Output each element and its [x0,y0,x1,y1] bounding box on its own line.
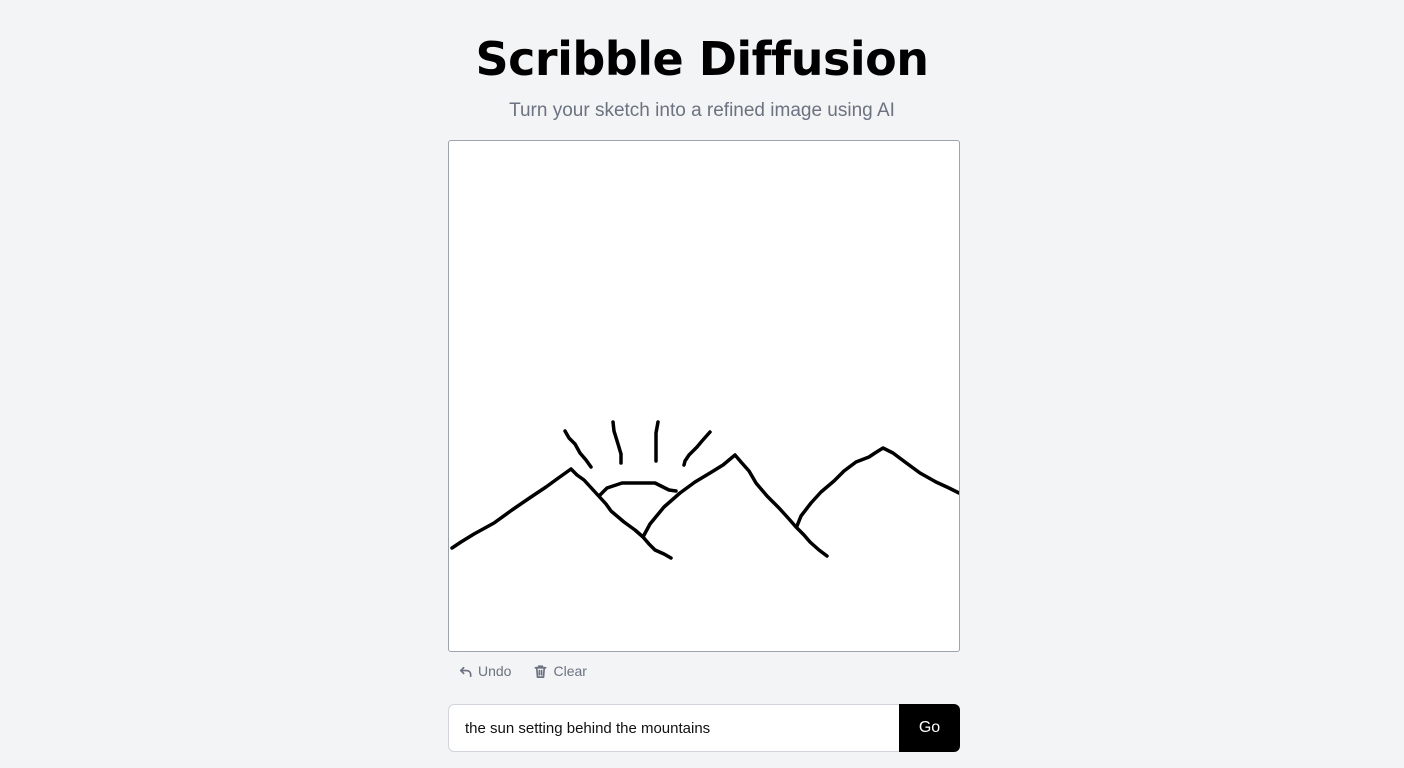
undo-arrow-icon [459,666,472,677]
stroke-sun-ray-4 [682,430,712,467]
undo-button[interactable]: Undo [458,663,511,679]
prompt-form: Go [448,704,960,752]
stroke-sun-ray-2 [611,420,623,465]
stroke-middle-mountain [641,453,829,558]
page-subtitle: Turn your sketch into a refined image us… [509,100,895,121]
stroke-sun-ray-3 [654,420,660,463]
stroke-right-mountain [795,446,959,528]
trash-icon [534,664,547,678]
clear-label: Clear [553,663,587,679]
undo-label: Undo [478,663,512,679]
stroke-sun-arc [598,481,678,497]
prompt-input[interactable] [448,704,899,752]
sketch-canvas[interactable] [448,140,960,652]
canvas-toolbar: Undo Clear [458,660,587,682]
sketch-drawing [450,420,959,560]
clear-button[interactable]: Clear [533,663,587,679]
go-button[interactable]: Go [899,704,960,752]
stroke-sun-ray-1 [563,429,593,469]
page-title: Scribble Diffusion [475,32,929,86]
